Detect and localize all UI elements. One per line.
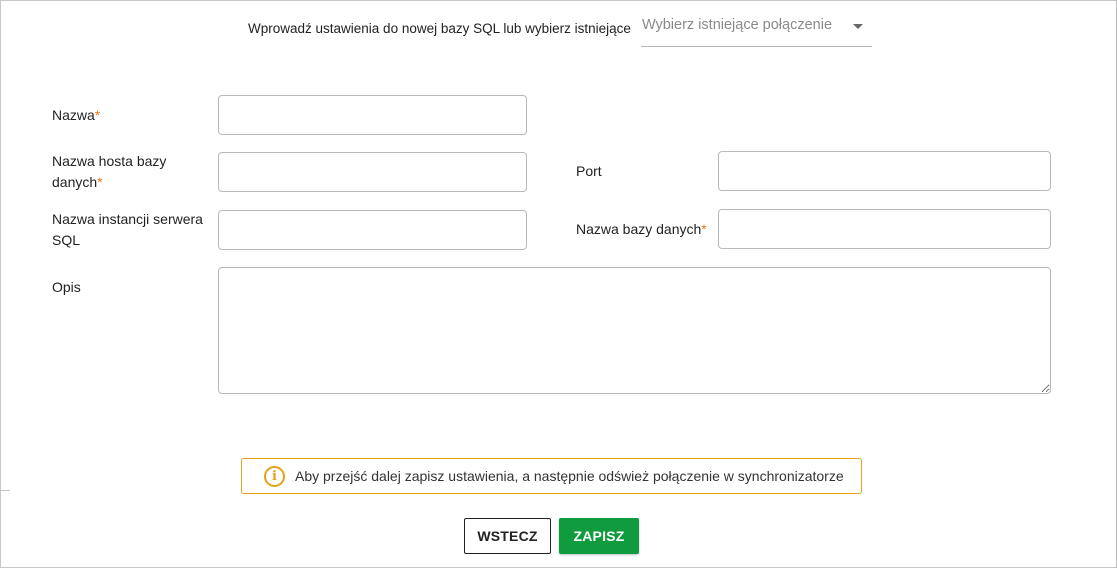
instance-label-line2: SQL [52,232,81,248]
required-marker: * [94,107,101,123]
instance-label-line1: Nazwa instancji serwera [52,211,203,227]
select-placeholder: Wybierz istniejące połączenie [641,17,833,33]
host-label: Nazwa hosta bazy danych* [52,151,212,193]
required-marker: * [701,221,707,237]
connection-selector-row: Wprowadź ustawienia do nowej bazy SQL lu… [248,12,872,47]
info-notice-text: Aby przejść dalej zapisz ustawienia, a n… [295,468,844,484]
port-label: Port [576,163,602,179]
back-button[interactable]: WSTECZ [464,518,551,554]
host-label-line1: Nazwa hosta bazy [52,153,167,169]
existing-connection-select[interactable]: Wybierz istniejące połączenie [640,12,872,47]
info-icon: i [264,465,285,487]
host-input[interactable] [218,152,527,192]
db-name-input[interactable] [718,209,1051,249]
port-input[interactable] [718,151,1051,191]
instance-input[interactable] [218,210,527,250]
name-label-text: Nazwa [52,107,95,123]
description-textarea[interactable] [218,267,1051,394]
db-name-label-text: Nazwa bazy danych [576,221,702,237]
caret-down-icon [852,24,863,29]
description-label: Opis [52,279,81,295]
divider [0,490,10,491]
instance-label: Nazwa instancji serwera SQL [52,209,212,251]
required-marker: * [97,174,103,190]
name-label: Nazwa* [52,105,100,126]
connection-prompt: Wprowadź ustawienia do nowej bazy SQL lu… [248,21,631,36]
db-name-label: Nazwa bazy danych* [576,219,707,240]
host-label-line2: danych [52,174,98,190]
info-notice: i Aby przejść dalej zapisz ustawienia, a… [241,458,862,494]
save-button[interactable]: ZAPISZ [559,518,639,554]
name-input[interactable] [218,95,527,135]
